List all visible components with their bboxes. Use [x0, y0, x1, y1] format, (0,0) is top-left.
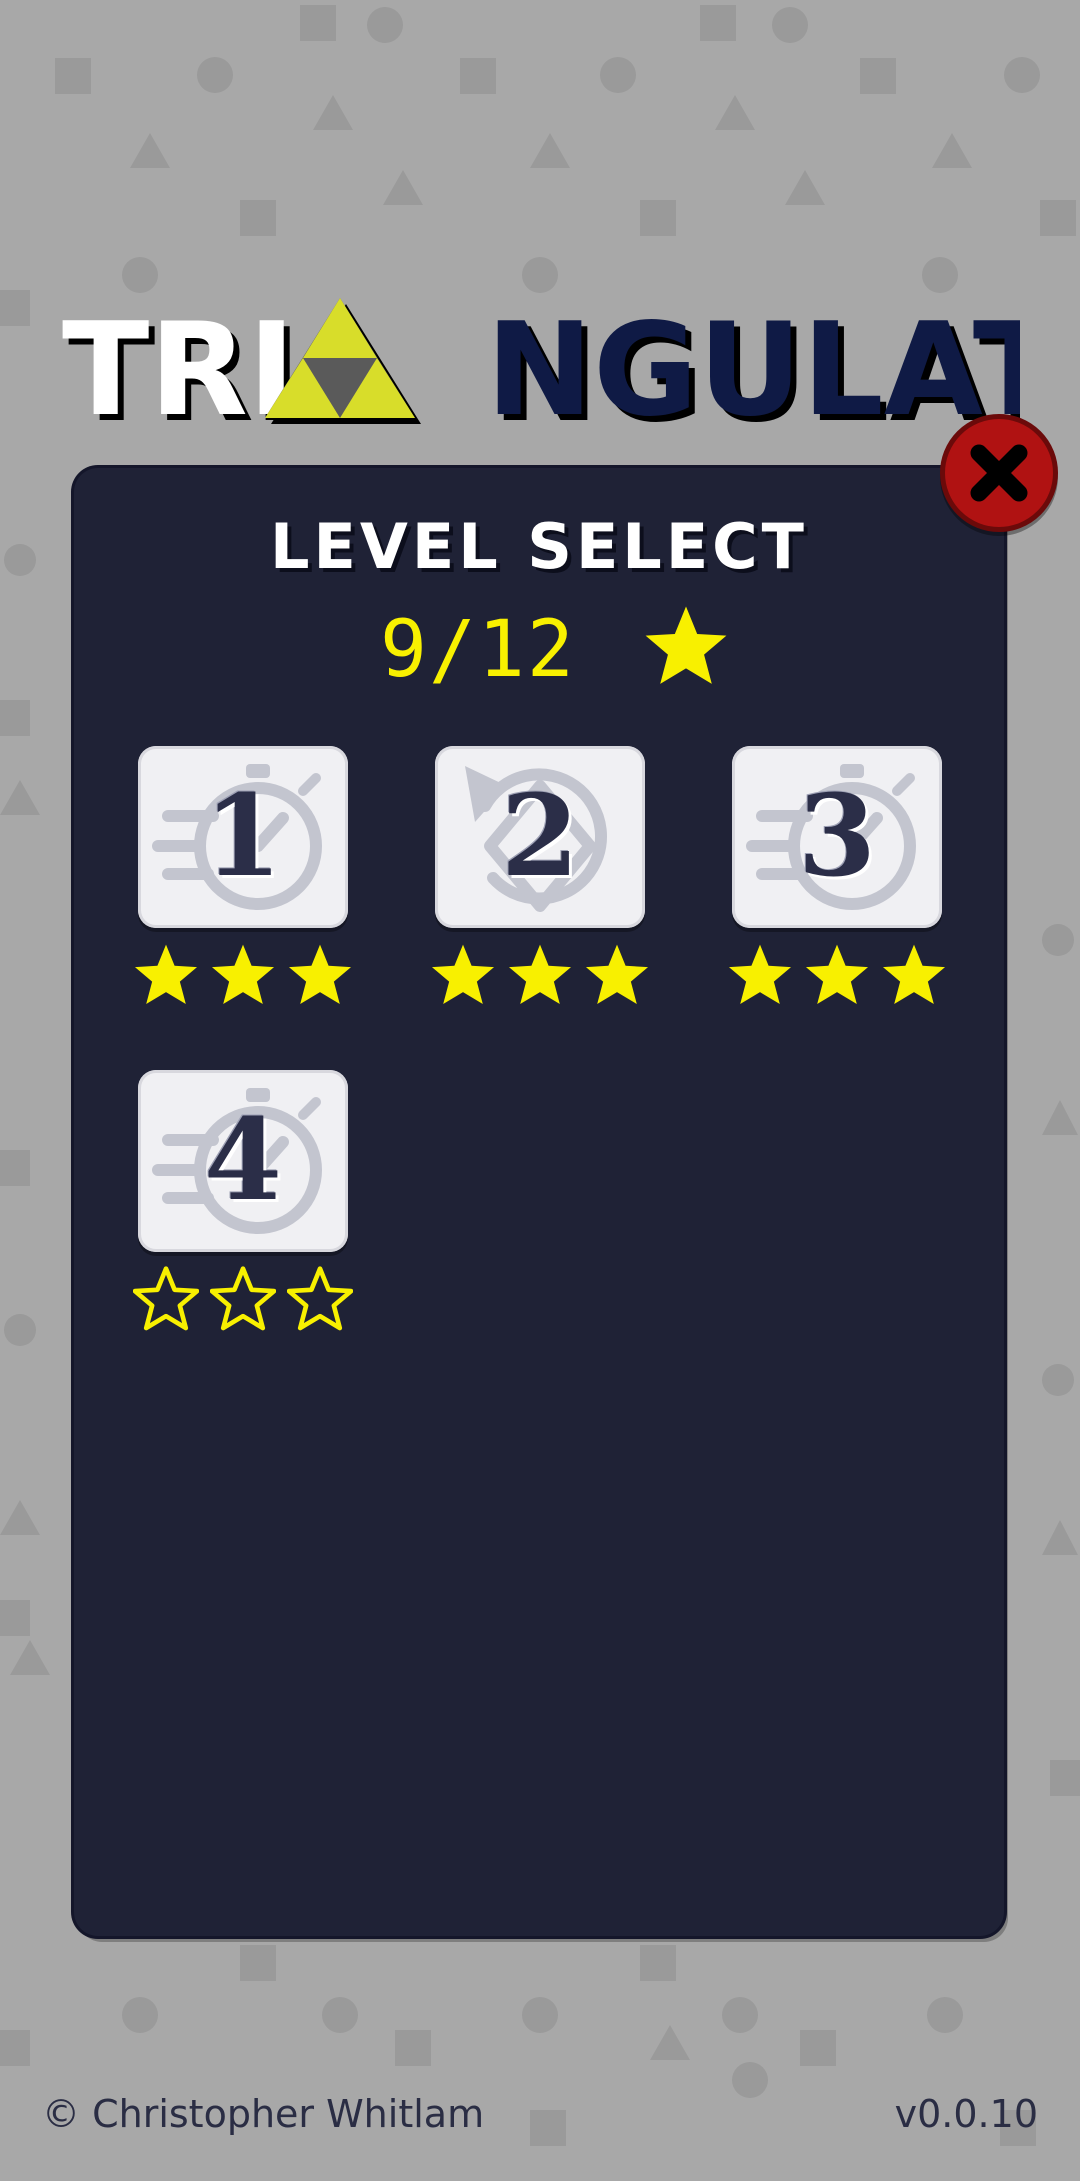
- app-logo: TRI TRI NGULATE NGULATE: [62, 296, 1020, 440]
- logo-text-right: NGULATE: [486, 296, 1020, 440]
- level-number: 2: [501, 771, 579, 902]
- star-filled-icon: [585, 944, 649, 1005]
- star-empty-icon: [133, 1266, 199, 1331]
- level-4-stars: [133, 1266, 353, 1336]
- level-4-button[interactable]: 4: [138, 1070, 348, 1252]
- close-button[interactable]: [940, 414, 1058, 532]
- level-3-stars: [727, 942, 947, 1012]
- copyright-text: © Christopher Whitlam: [42, 2092, 485, 2136]
- close-icon: [970, 444, 1028, 502]
- star-filled-icon: [134, 944, 198, 1005]
- logo-text-left: TRI: [62, 296, 296, 440]
- star-empty-icon: [287, 1266, 353, 1331]
- level-3-button[interactable]: 3: [732, 746, 942, 928]
- star-filled-icon: [288, 944, 352, 1005]
- level-1-button[interactable]: 1: [138, 746, 348, 928]
- level-number: 3: [798, 771, 876, 902]
- star-empty-icon: [210, 1266, 276, 1331]
- level-number: 1: [204, 771, 282, 902]
- star-filled-icon: [882, 944, 946, 1005]
- level-1-stars: [133, 942, 353, 1012]
- level-2-button[interactable]: 2: [435, 746, 645, 928]
- star-score: 9/12: [380, 605, 576, 695]
- star-filled-icon: [508, 944, 572, 1005]
- star-filled-icon: [211, 944, 275, 1005]
- level-2-stars: [430, 942, 650, 1012]
- version-text: v0.0.10: [894, 2092, 1038, 2136]
- star-filled-icon: [728, 944, 792, 1005]
- level-number: 4: [204, 1095, 282, 1226]
- star-filled-icon: [431, 944, 495, 1005]
- star-filled-icon: [805, 944, 869, 1005]
- star-icon: [645, 606, 727, 684]
- panel-title: LEVEL SELECT: [270, 510, 808, 583]
